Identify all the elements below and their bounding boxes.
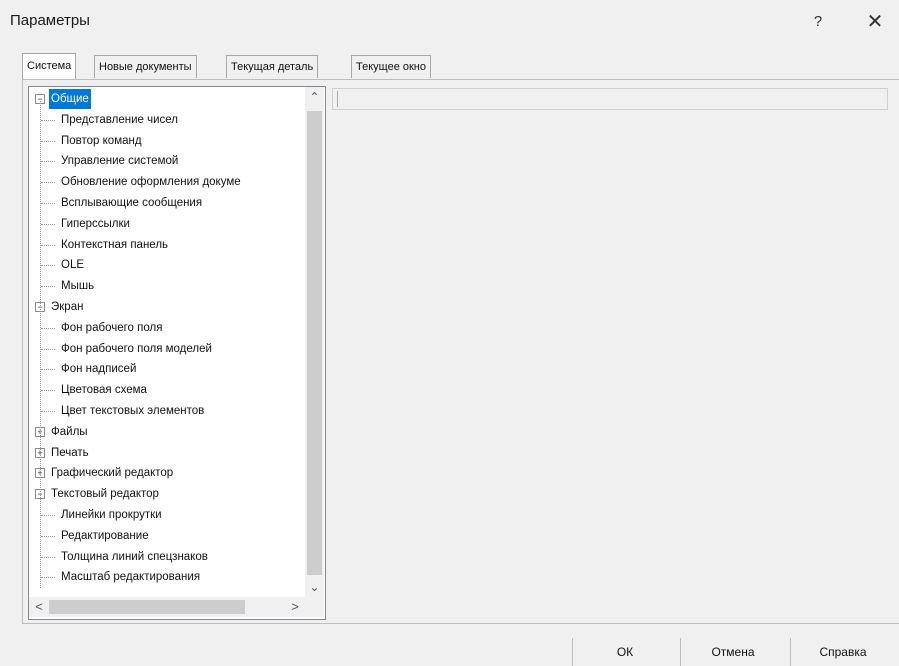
tree-group[interactable]: + Печать	[29, 443, 305, 463]
window-title: Параметры	[10, 12, 90, 29]
tree-item[interactable]: Фон рабочего поля моделей	[29, 339, 305, 359]
tree-item[interactable]: Гиперссылки	[29, 214, 305, 234]
tree-connector	[41, 119, 55, 121]
tree-group[interactable]: + Графический редактор	[29, 463, 305, 483]
scrollbar-corner	[305, 597, 324, 617]
tree-item-label: Редактирование	[61, 529, 149, 542]
tree-item[interactable]: Контекстная панель	[29, 235, 305, 255]
tree-root-line	[40, 101, 41, 589]
title-bar: Параметры ? ✕	[0, 0, 899, 44]
tree-item-label: Толщина линий спецзнаков	[61, 550, 208, 563]
tree-connector	[41, 203, 55, 204]
cancel-button[interactable]: Отмена	[680, 638, 785, 666]
scroll-left-icon[interactable]: <	[29, 597, 49, 617]
tree-connector	[41, 577, 55, 579]
tree-item[interactable]: Всплывающие сообщения	[29, 193, 305, 213]
tree-group-label: Общие	[49, 89, 91, 109]
tree-item[interactable]: Толщина линий спецзнаков	[29, 547, 305, 567]
vertical-scroll-thumb[interactable]	[307, 111, 322, 575]
tree-group[interactable]: − Экран	[29, 297, 305, 317]
tree-group[interactable]: − Общие	[29, 89, 305, 109]
tree-item-label: Обновление оформления докуме	[61, 176, 241, 189]
tree-item[interactable]: Мышь	[29, 276, 305, 296]
tree-connector	[41, 390, 55, 392]
tree-item-label: Гиперссылки	[61, 217, 130, 230]
tree-connector	[41, 515, 55, 516]
tree-item-label: Линейки прокрутки	[61, 509, 162, 521]
tree-connector	[41, 161, 55, 163]
scroll-down-icon[interactable]: ⌄	[305, 577, 324, 597]
tree-item-label: OLE	[61, 259, 85, 272]
tree-connector	[41, 182, 55, 184]
tree-items: − Общие Представление чисел Повтор команд Уп…	[29, 89, 305, 589]
horizontal-scroll-thumb[interactable]	[49, 600, 245, 614]
tree-item-label: Управление системой	[61, 155, 179, 168]
tree-item[interactable]: Управление системой	[29, 151, 305, 171]
help-button[interactable]: Справка	[790, 638, 895, 666]
tree-item-label: Фон рабочего поля	[61, 321, 163, 334]
tree-item-label: Масштаб редактирования	[61, 571, 201, 584]
tree-item-label: Представление чисел	[61, 113, 179, 126]
tree-connector	[41, 244, 55, 246]
vertical-scrollbar[interactable]: ⌃ ⌄	[305, 87, 324, 597]
tree-group-label: Текстовый редактор	[51, 488, 159, 501]
scroll-right-icon[interactable]: >	[285, 597, 305, 617]
tree-item[interactable]: Линейки прокрутки	[29, 505, 305, 525]
tree-item-label: Цвет текстовых элементов	[61, 405, 205, 417]
horizontal-scrollbar[interactable]: < >	[29, 597, 305, 617]
tree-item-label: Всплывающие сообщения	[61, 197, 203, 209]
tree-item[interactable]: OLE	[29, 255, 305, 275]
tree-item-label: Фон рабочего поля моделей	[61, 342, 212, 355]
scroll-up-icon[interactable]: ⌃	[305, 87, 324, 107]
tree-item[interactable]: Цвет текстовых элементов	[29, 401, 305, 421]
tree-group-label: Экран	[51, 301, 84, 313]
tree-group[interactable]: + Файлы	[29, 422, 305, 442]
header-divider	[337, 91, 338, 107]
tab-tekushchee-okno[interactable]: Текущее окно	[351, 55, 431, 78]
tree-connector	[41, 223, 55, 225]
tree-connector	[41, 535, 55, 537]
tree-item[interactable]: Редактирование	[29, 526, 305, 546]
tree-connector	[41, 265, 55, 267]
tree-connector	[41, 327, 55, 329]
tree-item-label: Контекстная панель	[61, 238, 169, 251]
tree-item-label: Мышь	[61, 280, 95, 293]
tree-group-label: Печать	[51, 446, 89, 459]
tab-tekushchaya-detal[interactable]: Текущая деталь	[226, 55, 319, 78]
tree-item-label: Повтор команд	[61, 134, 142, 147]
tree-item[interactable]: Повтор команд	[29, 131, 305, 151]
tree-item[interactable]: Фон надписей	[29, 359, 305, 379]
tree-group-label: Файлы	[51, 425, 88, 438]
tree-connector	[41, 411, 55, 412]
settings-tree[interactable]: − Общие Представление чисел Повтор команд Уп…	[28, 86, 326, 620]
tree-connector	[41, 556, 55, 558]
tree-group-label: Графический редактор	[51, 467, 174, 480]
tree-connector	[41, 369, 55, 371]
ok-button[interactable]: ОК	[572, 638, 677, 666]
settings-header	[332, 88, 888, 110]
tree-item[interactable]: Масштаб редактирования	[29, 567, 305, 587]
tree-item[interactable]: Фон рабочего поля	[29, 318, 305, 338]
tree-group[interactable]: − Текстовый редактор	[29, 484, 305, 504]
tree-item[interactable]: Представление чисел	[29, 110, 305, 130]
help-icon[interactable]: ?	[806, 10, 830, 34]
settings-content-area	[332, 110, 888, 618]
close-icon[interactable]: ✕	[862, 9, 888, 35]
tree-item-label: Цветовая схема	[61, 384, 147, 397]
tree-item[interactable]: Обновление оформления докуме	[29, 172, 305, 192]
tree-item[interactable]: Цветовая схема	[29, 380, 305, 400]
tab-sistema[interactable]: Система	[22, 53, 77, 79]
tree-connector	[41, 286, 55, 288]
tree-connector	[41, 348, 55, 350]
tree-item-label: Фон надписей	[61, 363, 137, 376]
tree-connector	[41, 140, 55, 142]
tab-novye-dokumenty[interactable]: Новые документы	[94, 55, 197, 78]
